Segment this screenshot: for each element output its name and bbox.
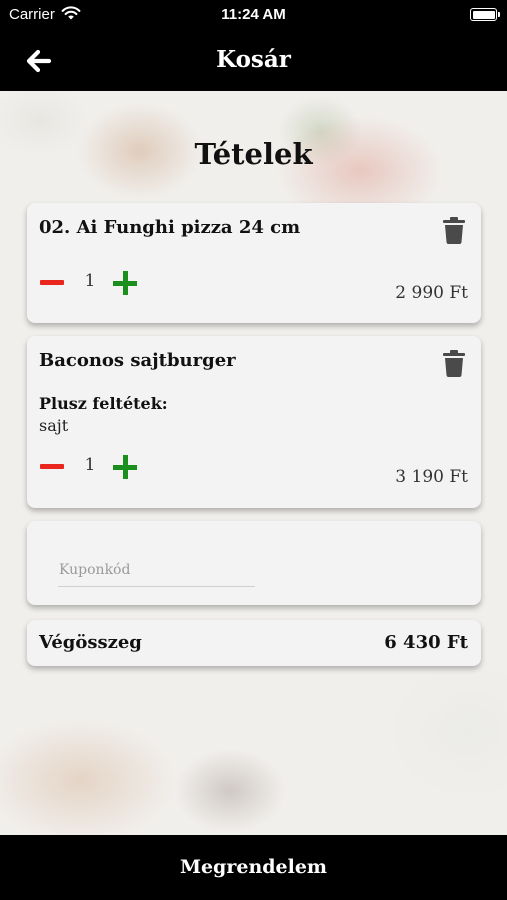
- item-name: 02. Ai Funghi pizza 24 cm: [39, 217, 301, 238]
- navigation-bar: Kosár: [0, 30, 507, 91]
- order-button[interactable]: Megrendelem: [0, 835, 507, 900]
- order-button-label: Megrendelem: [179, 856, 328, 878]
- status-bar: Carrier 11:24 AM: [0, 0, 507, 30]
- item-name: Baconos sajtburger: [39, 350, 236, 371]
- increase-quantity-button[interactable]: [113, 271, 137, 295]
- battery-level: [472, 10, 495, 19]
- cart-item: Baconos sajtburger Plusz feltétek: sajt …: [27, 336, 481, 508]
- total-label: Végösszeg: [39, 632, 142, 653]
- coupon-card: [27, 521, 481, 605]
- items-heading: Tételek: [194, 137, 313, 171]
- clock: 11:24 AM: [221, 6, 286, 23]
- total-card: Végösszeg 6 430 Ft: [27, 620, 481, 666]
- total-value: 6 430 Ft: [384, 632, 468, 653]
- trash-icon[interactable]: [443, 217, 465, 244]
- page-title: Kosár: [216, 46, 291, 73]
- trash-icon[interactable]: [443, 350, 465, 377]
- item-price: 3 190 Ft: [395, 467, 468, 487]
- increase-quantity-button[interactable]: [113, 455, 137, 479]
- item-price: 2 990 Ft: [395, 283, 468, 303]
- cart-content: Tételek 02. Ai Funghi pizza 24 cm 1 2 99…: [0, 91, 507, 835]
- quantity-value: 1: [84, 271, 96, 291]
- extras-value: sajt: [39, 416, 69, 435]
- quantity-value: 1: [84, 455, 96, 475]
- decrease-quantity-button[interactable]: [40, 271, 64, 295]
- decrease-quantity-button[interactable]: [40, 455, 64, 479]
- coupon-input[interactable]: [58, 553, 255, 587]
- cart-item: 02. Ai Funghi pizza 24 cm 1 2 990 Ft: [27, 203, 481, 323]
- battery-icon: [470, 8, 500, 21]
- extras-label: Plusz feltétek:: [39, 394, 168, 413]
